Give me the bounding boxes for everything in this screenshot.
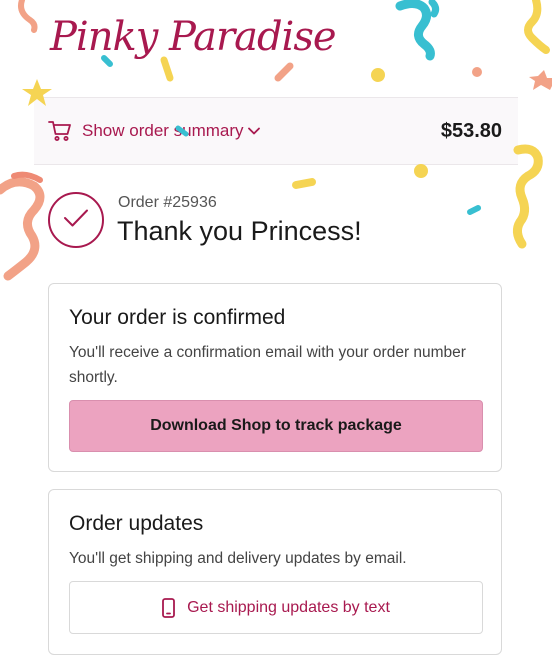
cart-icon <box>48 120 72 142</box>
phone-icon <box>162 597 175 618</box>
order-updates-card: Order updates You'll get shipping and de… <box>48 489 502 655</box>
shipping-updates-text-button[interactable]: Get shipping updates by text <box>69 581 483 634</box>
card-description: You'll get shipping and delivery updates… <box>69 550 407 567</box>
thank-you-heading: Thank you Princess! <box>117 216 362 246</box>
card-title: Order updates <box>69 512 204 535</box>
download-shop-button[interactable]: Download Shop to track package <box>69 400 483 452</box>
order-number: Order #25936 <box>118 194 217 211</box>
show-order-summary-toggle[interactable]: Show order summary <box>48 120 260 142</box>
order-confirmed-card: Your order is confirmed You'll receive a… <box>48 283 502 472</box>
card-description: You'll receive a confirmation email with… <box>69 344 466 386</box>
order-confirmed-badge <box>48 192 104 248</box>
shipping-updates-label: Get shipping updates by text <box>187 598 390 616</box>
card-title: Your order is confirmed <box>69 306 286 329</box>
check-icon <box>62 207 90 234</box>
order-summary-label: Show order summary <box>82 121 244 140</box>
chevron-down-icon <box>247 127 260 135</box>
brand-logo[interactable]: Pinky Paradise <box>50 14 337 60</box>
order-summary-bar: Show order summary $53.80 <box>34 97 518 165</box>
order-total: $53.80 <box>440 119 502 142</box>
